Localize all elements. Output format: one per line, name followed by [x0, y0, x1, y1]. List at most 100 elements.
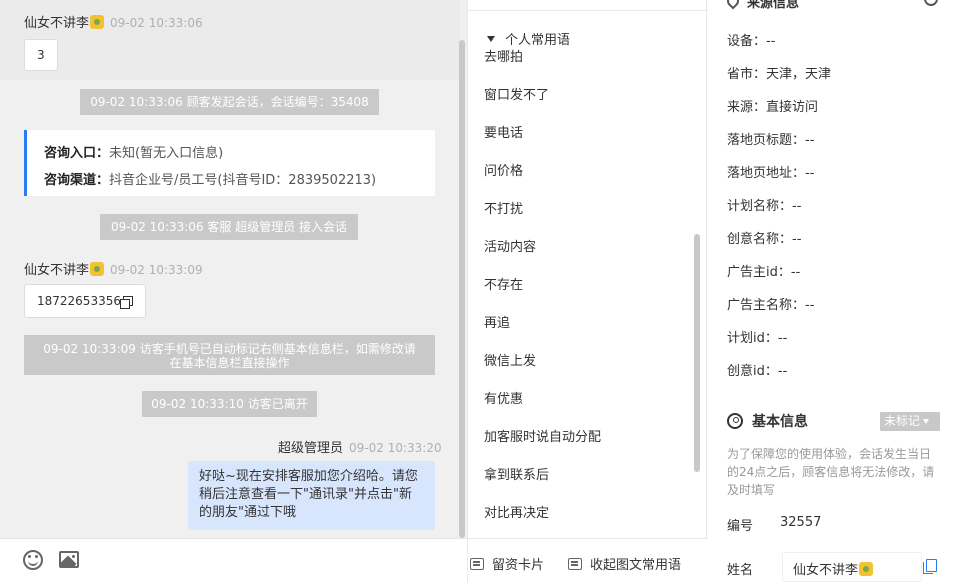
message-time: 09-02 10:33:06 — [110, 16, 203, 30]
sender-name: 仙女不讲李 — [24, 263, 90, 278]
user-icon — [727, 413, 743, 429]
consult-channel-label: 咨询渠道： — [44, 173, 110, 188]
phrase-item[interactable]: 要电话 — [484, 122, 523, 141]
info-label: 计划名称： — [727, 199, 793, 214]
phrase-item[interactable]: 不存在 — [484, 274, 523, 293]
info-label: 设备： — [727, 34, 767, 49]
name-field[interactable]: 仙女不讲李 — [782, 552, 922, 582]
id-value: 32557 — [780, 515, 822, 530]
phone-number: 18722653356 — [37, 294, 121, 308]
info-row-creative-id: 创意id：-- — [727, 360, 787, 379]
message-bubble[interactable]: 18722653356 — [24, 284, 146, 318]
emoji-icon — [90, 262, 105, 276]
message-line: 稍后注意查看一下"通讯录"并点击"新 — [199, 487, 412, 502]
chat-scrollbar[interactable] — [459, 40, 465, 538]
sender-name: 超级管理员 — [278, 441, 344, 456]
info-label: 落地页标题： — [727, 133, 806, 148]
source-section-title: 来源信息 — [724, 0, 800, 11]
info-row-landing-url: 落地页地址：-- — [727, 162, 814, 181]
info-row-plan-id: 计划id：-- — [727, 327, 787, 346]
message-header: 超级管理员 09-02 10:33:20 — [278, 437, 442, 456]
collapse-phrases-label: 收起图文常用语 — [590, 558, 682, 573]
info-label: 广告主id： — [727, 265, 791, 280]
agent-message-bubble[interactable]: 好哒~现在安排客服加您介绍哈。请您 稍后注意查看一下"通讯录"并点击"新 的朋友… — [188, 461, 435, 530]
info-value: -- — [805, 298, 815, 313]
message-line: 的朋友"通过下哦 — [199, 505, 296, 520]
system-message-line: 在基本信息栏直接操作 — [169, 356, 290, 370]
lead-card-label: 留资卡片 — [492, 558, 545, 573]
info-row-creative-name: 创意名称：-- — [727, 228, 801, 247]
copy-icon[interactable] — [119, 296, 133, 309]
quick-phrases-panel: 个人常用语 去哪拍 窗口发不了 要电话 问价格 不打扰 活动内容 不存在 再追 … — [467, 0, 708, 582]
system-message-line: 09-02 10:33:09 访客手机号已自动标记右侧基本信息栏，如需修改请 — [43, 342, 416, 356]
consult-entry-value: 未知(暂无入口信息) — [109, 146, 224, 161]
message-line: 好哒~现在安排客服加您介绍哈。请您 — [199, 469, 418, 484]
list-icon — [568, 558, 582, 570]
phrase-item[interactable]: 问价格 — [484, 160, 523, 179]
phrases-footer: 留资卡片 收起图文常用语 — [468, 538, 708, 582]
copy-document-icon[interactable] — [923, 559, 937, 574]
system-message: 09-02 10:33:09 访客手机号已自动标记右侧基本信息栏，如需修改请 在… — [24, 335, 435, 375]
system-message: 09-02 10:33:10 访客已离开 — [142, 391, 317, 417]
chat-toolbar — [0, 538, 467, 582]
info-label: 计划id： — [727, 331, 778, 346]
collapse-phrases-button[interactable]: 收起图文常用语 — [568, 554, 681, 573]
chat-panel: 仙女不讲李 09-02 10:33:06 3 09-02 10:33:06 顾客发… — [0, 0, 467, 582]
info-label: 省市： — [727, 67, 767, 82]
location-pin-icon — [724, 0, 742, 10]
consult-entry-label: 咨询入口： — [44, 146, 110, 161]
phrase-item[interactable]: 有优惠 — [484, 388, 523, 407]
info-value: 天津，天津 — [766, 67, 832, 82]
phrase-item[interactable]: 拿到联系后 — [484, 464, 549, 483]
phrase-item[interactable]: 微信上发 — [484, 350, 536, 369]
emoji-icon — [859, 562, 874, 576]
info-value: -- — [792, 232, 802, 247]
info-label: 广告主名称： — [727, 298, 806, 313]
chat-message-list[interactable]: 仙女不讲李 09-02 10:33:06 3 09-02 10:33:06 顾客发… — [0, 0, 467, 538]
emoji-picker-icon[interactable] — [23, 550, 43, 570]
card-icon — [470, 558, 484, 570]
message-time: 09-02 10:33:09 — [110, 263, 203, 277]
phrase-item[interactable]: 对比再决定 — [484, 502, 549, 521]
caret-down-icon — [487, 36, 495, 42]
id-label: 编号 — [727, 519, 754, 534]
info-value: -- — [790, 265, 801, 280]
message-header: 仙女不讲李 09-02 10:33:06 — [24, 12, 203, 31]
phrase-item[interactable]: 去哪拍 — [484, 46, 523, 65]
phrase-item[interactable]: 窗口发不了 — [484, 84, 549, 103]
info-row-landing-title: 落地页标题：-- — [727, 129, 814, 148]
info-value: -- — [766, 34, 776, 49]
lead-card-button[interactable]: 留资卡片 — [470, 554, 544, 573]
info-row-device: 设备：-- — [727, 30, 775, 49]
tag-select[interactable]: 未标记 — [880, 412, 940, 431]
info-value: -- — [805, 166, 815, 181]
info-value: -- — [792, 199, 802, 214]
sender-name: 仙女不讲李 — [24, 16, 90, 31]
phrase-item[interactable]: 不打扰 — [484, 198, 523, 217]
info-value: 直接访问 — [766, 100, 819, 115]
phrases-scrollbar[interactable] — [694, 234, 700, 472]
info-label: 创意id： — [727, 364, 778, 379]
system-message: 09-02 10:33:06 客服 超级管理员 接入会话 — [100, 214, 358, 240]
name-field-value: 仙女不讲李 — [793, 563, 859, 578]
phrase-item[interactable]: 加客服时说自动分配 — [484, 426, 601, 445]
source-title: 来源信息 — [747, 0, 800, 11]
message-bubble[interactable]: 3 — [24, 39, 58, 71]
system-message: 09-02 10:33:06 顾客发起会话，会话编号：35408 — [80, 89, 379, 115]
info-label: 创意名称： — [727, 232, 793, 247]
info-row-region: 省市：天津，天津 — [727, 63, 831, 82]
info-label: 落地页地址： — [727, 166, 806, 181]
phrase-item[interactable]: 再追 — [484, 312, 510, 331]
consult-info-card: 咨询入口：未知(暂无入口信息) 咨询渠道：抖音企业号/员工号(抖音号ID：283… — [24, 130, 435, 196]
info-notice: 为了保障您的使用体验，会话发生当日的24点之后，顾客信息将无法修改，请及时填写 — [727, 447, 935, 497]
settings-icon[interactable] — [924, 0, 938, 6]
basic-info-label: 基本信息 — [752, 414, 808, 430]
info-row-advertiser-id: 广告主id：-- — [727, 261, 800, 280]
info-row-source: 来源：直接访问 — [727, 96, 818, 115]
image-upload-icon[interactable] — [59, 551, 79, 568]
info-value: -- — [805, 133, 815, 148]
message-time: 09-02 10:33:20 — [349, 441, 442, 455]
divider — [468, 10, 708, 11]
consult-channel-value: 抖音企业号/员工号(抖音号ID：2839502213) — [109, 173, 377, 188]
phrase-item[interactable]: 活动内容 — [484, 236, 536, 255]
